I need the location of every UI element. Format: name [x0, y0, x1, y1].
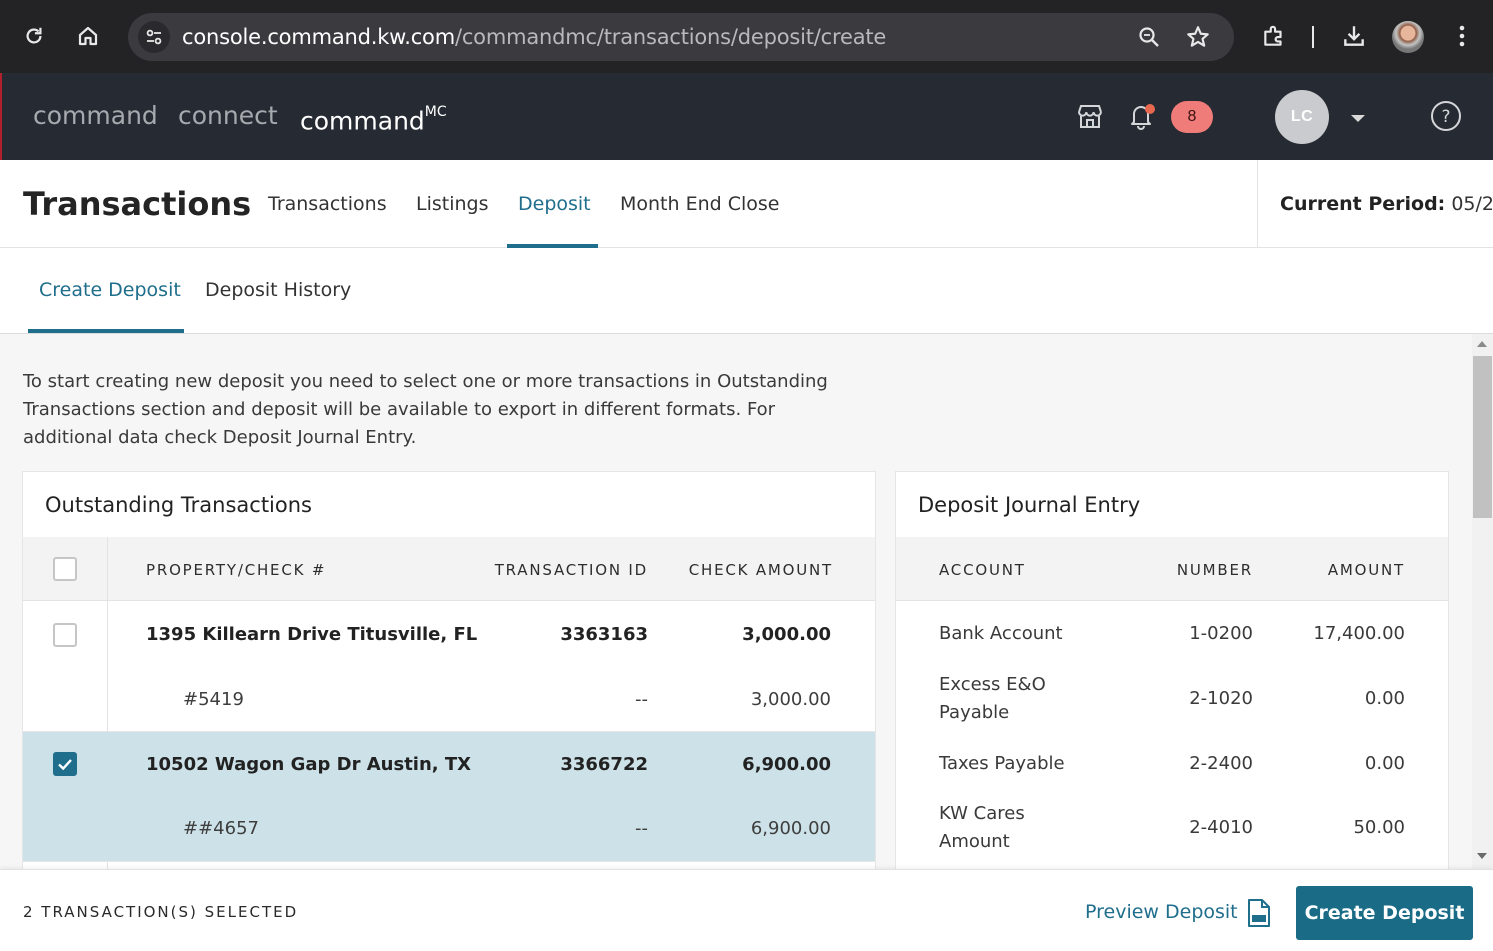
row-property: 10502 Wagon Gap Dr Austin, TX	[146, 754, 472, 775]
col-amount: AMOUNT	[1327, 561, 1405, 579]
col-account: ACCOUNT	[939, 561, 1026, 579]
outstanding-transactions-title: Outstanding Transactions	[45, 493, 312, 517]
current-period-box: Current Period: 05/24	[1257, 160, 1493, 248]
subtab-deposit-history[interactable]: Deposit History	[205, 278, 351, 302]
row-checkbox[interactable]	[53, 752, 77, 776]
url-text[interactable]: console.command.kw.com/commandmc/transac…	[182, 25, 886, 49]
preview-deposit-button[interactable]: Preview Deposit	[1085, 900, 1238, 924]
bookmark-star-icon[interactable]	[1184, 23, 1212, 51]
browser-profile-avatar[interactable]	[1392, 21, 1424, 53]
toolbar-divider	[1312, 26, 1314, 48]
store-icon[interactable]	[1074, 100, 1106, 132]
row-checkbox[interactable]	[53, 623, 77, 647]
current-period-value: 05/24	[1451, 193, 1493, 215]
reload-icon[interactable]	[17, 19, 51, 53]
tab-month-end-close[interactable]: Month End Close	[620, 192, 780, 216]
journal-number: 2-1020	[1189, 688, 1253, 709]
col-number: NUMBER	[1176, 561, 1253, 579]
journal-amount: 50.00	[1353, 817, 1405, 838]
home-icon[interactable]	[71, 19, 105, 53]
col-check-amount[interactable]: CHECK AMOUNT	[663, 561, 833, 579]
browser-toolbar: console.command.kw.com/commandmc/transac…	[0, 0, 1493, 73]
row-property: 1395 Killearn Drive Titusville, FL	[146, 624, 478, 645]
current-period-label: Current Period:	[1280, 193, 1446, 215]
content-scrollbar[interactable]	[1472, 334, 1493, 869]
journal-number: 1-0200	[1189, 623, 1253, 644]
deposit-journal-entry-title: Deposit Journal Entry	[918, 493, 1141, 517]
outstanding-transactions-card: Outstanding Transactions PROPERTY/CHECK …	[23, 472, 875, 869]
url-host: console.command.kw.com	[182, 25, 455, 49]
current-period: Current Period: 05/24	[1280, 192, 1493, 216]
table-row[interactable]: 1395 Killearn Drive Titusville, FL 33631…	[23, 602, 875, 732]
user-menu-chevron-down-icon[interactable]	[1351, 115, 1365, 122]
pdf-file-icon[interactable]	[1247, 898, 1271, 928]
journal-number: 2-4010	[1189, 817, 1253, 838]
notification-dot	[1145, 104, 1155, 114]
nav-command[interactable]: command	[33, 101, 158, 131]
scroll-thumb[interactable]	[1473, 356, 1492, 518]
journal-number: 2-2400	[1189, 753, 1253, 774]
main-content: To start creating new deposit you need t…	[0, 334, 1472, 869]
page-title: Transactions	[23, 185, 252, 223]
journal-amount: 17,400.00	[1313, 623, 1405, 644]
row-check-amount: 3,000.00	[742, 624, 831, 645]
row-transaction-id: 3366722	[560, 754, 648, 775]
col-property-check[interactable]: PROPERTY/CHECK #	[146, 561, 326, 579]
checkmark-icon	[58, 759, 72, 771]
deposit-subtabs: Create Deposit Deposit History	[0, 248, 1493, 334]
tab-deposit[interactable]: Deposit	[518, 192, 591, 216]
subtab-create-deposit[interactable]: Create Deposit	[39, 278, 181, 302]
journal-table-header: ACCOUNT NUMBER AMOUNT	[896, 537, 1448, 601]
download-icon[interactable]	[1337, 19, 1371, 53]
app-header: command connect commandMC ?	[0, 73, 1493, 160]
create-deposit-button[interactable]: Create Deposit	[1296, 886, 1473, 940]
col-transaction-id[interactable]: TRANSACTION ID	[463, 561, 648, 579]
address-bar[interactable]: console.command.kw.com/commandmc/transac…	[128, 13, 1234, 61]
nav-command-mc[interactable]: commandMC	[300, 101, 447, 136]
help-glyph: ?	[1441, 107, 1450, 127]
row-check-number: ##4657	[183, 818, 259, 839]
site-settings-icon[interactable]	[138, 21, 170, 53]
scroll-down-arrow-icon[interactable]	[1477, 853, 1487, 859]
extensions-icon[interactable]	[1257, 19, 1291, 53]
outstanding-table-header: PROPERTY/CHECK # TRANSACTION ID CHECK AM…	[23, 537, 875, 601]
nav-command-mc-label: command	[300, 106, 425, 136]
user-avatar[interactable]: LC	[1275, 90, 1329, 144]
journal-account: Taxes Payable	[939, 753, 1065, 774]
row-check-number: #5419	[183, 689, 244, 710]
journal-amount: 0.00	[1364, 688, 1405, 709]
row-check-txn: --	[635, 689, 648, 710]
row-check-sub-amount: 3,000.00	[750, 689, 831, 710]
select-all-checkbox[interactable]	[53, 557, 77, 581]
journal-account: Excess E&O Payable	[939, 674, 1046, 723]
browser-menu-icon[interactable]	[1445, 19, 1479, 53]
table-row[interactable]: 10502 Wagon Gap Dr Austin, TX 3366722 6,…	[23, 732, 875, 862]
nav-mc-superscript: MC	[424, 104, 447, 120]
scroll-up-arrow-icon[interactable]	[1477, 341, 1487, 347]
active-subtab-indicator	[28, 329, 184, 333]
journal-account: Bank Account	[939, 623, 1063, 644]
tab-transactions[interactable]: Transactions	[268, 192, 387, 216]
row-check-amount: 6,900.00	[742, 754, 831, 775]
row-check-txn: --	[635, 818, 648, 839]
row-transaction-id: 3363163	[560, 624, 648, 645]
nav-connect[interactable]: connect	[178, 101, 278, 131]
deposit-journal-entry-card: Deposit Journal Entry ACCOUNT NUMBER AMO…	[896, 472, 1448, 869]
zoom-icon[interactable]	[1135, 23, 1163, 51]
tab-listings[interactable]: Listings	[416, 192, 489, 216]
journal-amount: 0.00	[1364, 753, 1405, 774]
url-path: /commandmc/transactions/deposit/create	[454, 25, 887, 49]
page-header: Transactions Transactions Listings Depos…	[0, 160, 1493, 248]
selected-transactions-count: 2 TRANSACTION(S) SELECTED	[23, 903, 299, 921]
row-check-sub-amount: 6,900.00	[750, 818, 831, 839]
notification-count-badge[interactable]: 8	[1171, 101, 1213, 133]
help-icon[interactable]: ?	[1430, 100, 1462, 132]
intro-text: To start creating new deposit you need t…	[23, 371, 828, 448]
journal-account: KW Cares Amount	[939, 803, 1025, 852]
action-footer: 2 TRANSACTION(S) SELECTED Preview Deposi…	[0, 869, 1493, 951]
